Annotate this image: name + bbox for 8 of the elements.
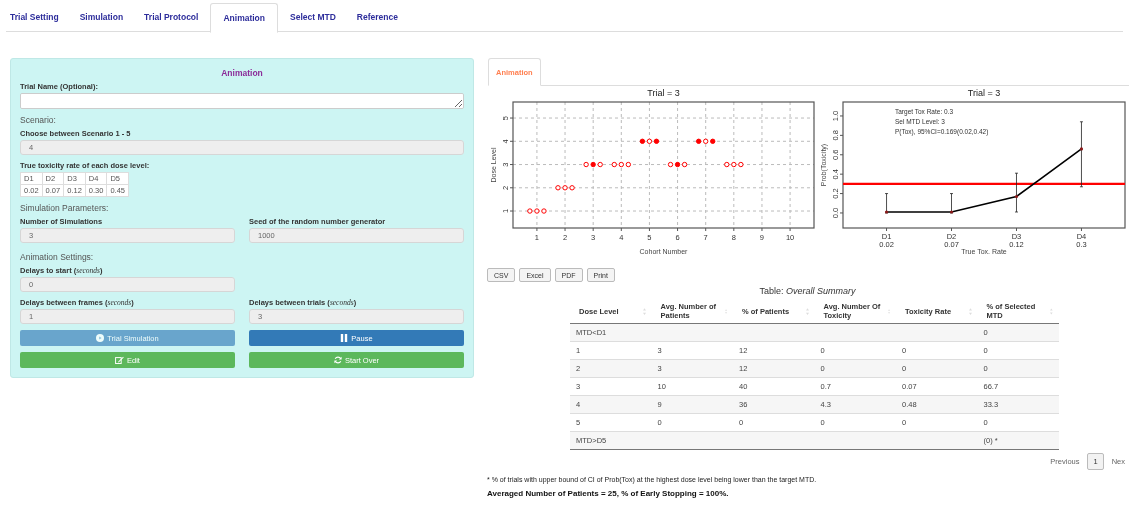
summary-text: Averaged Number of Patients = 25, % of Early Stopping = 100%. (487, 489, 730, 498)
section-heading: Animation Settings: (20, 252, 95, 262)
section-heading: Scenario: (20, 115, 57, 125)
chart-title: Trial = 3 (967, 88, 1001, 98)
panel-title: Animation (220, 68, 264, 78)
table-caption: Table: Overall Summary (758, 286, 857, 296)
section-heading: Simulation Parameters: (20, 203, 110, 213)
chart-title: Trial = 3 (647, 88, 680, 98)
